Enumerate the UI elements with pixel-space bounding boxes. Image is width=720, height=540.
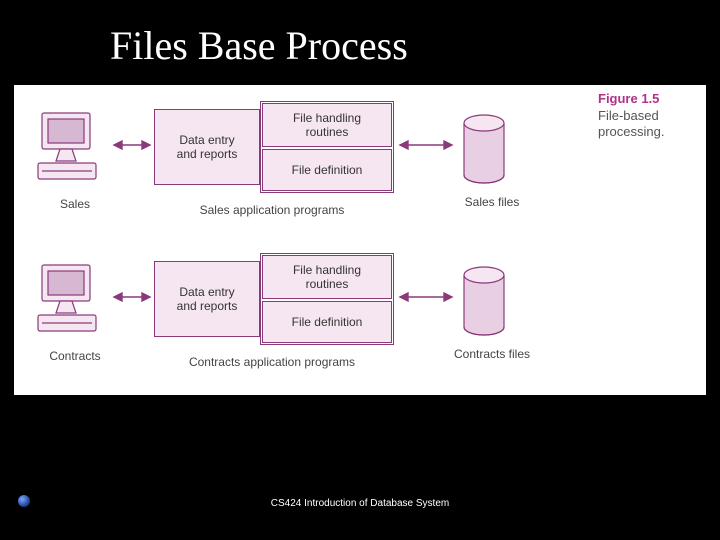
programs-label: Sales application programs xyxy=(172,203,372,217)
arrow-icon xyxy=(114,141,150,149)
diagram-row-contracts: Data entry and reports File handling rou… xyxy=(22,247,582,377)
files-label: Sales files xyxy=(442,195,542,209)
arrow-icon xyxy=(114,293,150,301)
box-label: Data entry and reports xyxy=(177,133,238,161)
data-entry-box: Data entry and reports xyxy=(154,261,260,337)
cylinder-icon xyxy=(464,267,504,335)
figure-caption-block: Figure 1.5 File-based processing. xyxy=(598,91,698,139)
diagram-figure: Figure 1.5 File-based processing. xyxy=(14,85,706,395)
data-entry-box: Data entry and reports xyxy=(154,109,260,185)
file-definition-box: File definition xyxy=(262,149,392,191)
files-label: Contracts files xyxy=(442,347,542,361)
cylinder-icon xyxy=(464,115,504,183)
arrow-icon xyxy=(400,293,452,301)
arrow-icon xyxy=(400,141,452,149)
box-label: File definition xyxy=(292,315,363,329)
slide-title: Files Base Process xyxy=(0,0,720,79)
slide-footer: CS424 Introduction of Database System xyxy=(0,498,720,509)
box-label: Data entry and reports xyxy=(177,285,238,313)
programs-label: Contracts application programs xyxy=(172,355,372,369)
box-label: File handling routines xyxy=(293,263,361,291)
diagram-row-sales: Data entry and reports File handling rou… xyxy=(22,95,582,225)
figure-number: Figure 1.5 xyxy=(598,91,698,106)
file-definition-box: File definition xyxy=(262,301,392,343)
box-label: File definition xyxy=(292,163,363,177)
terminal-label: Contracts xyxy=(40,349,110,363)
terminal-label: Sales xyxy=(40,197,110,211)
computer-icon xyxy=(38,113,96,179)
computer-icon xyxy=(38,265,96,331)
figure-caption: File-based processing. xyxy=(598,108,698,139)
file-handling-box: File handling routines xyxy=(262,255,392,299)
box-label: File handling routines xyxy=(293,111,361,139)
file-handling-box: File handling routines xyxy=(262,103,392,147)
